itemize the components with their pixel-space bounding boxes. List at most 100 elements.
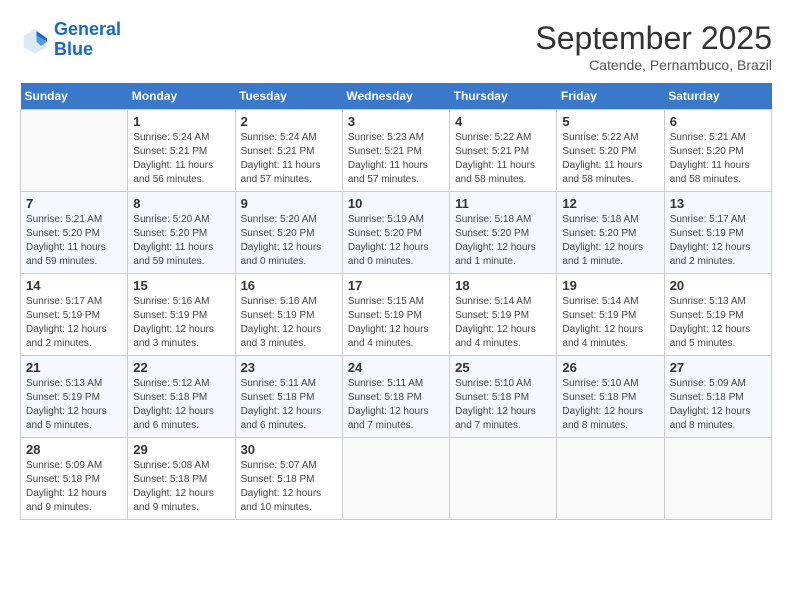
calendar-cell: 9 Sunrise: 5:20 AM Sunset: 5:20 PM Daylig… — [235, 192, 342, 274]
day-info: Sunrise: 5:24 AM Sunset: 5:21 PM Dayligh… — [241, 131, 337, 187]
logo-line1: General — [54, 19, 121, 39]
logo: General Blue — [20, 20, 121, 60]
day-info: Sunrise: 5:21 AM Sunset: 5:20 PM Dayligh… — [26, 213, 122, 269]
week-row-4: 21 Sunrise: 5:13 AM Sunset: 5:19 PM Dayli… — [21, 356, 772, 438]
day-info: Sunrise: 5:11 AM Sunset: 5:18 PM Dayligh… — [241, 377, 337, 433]
day-info: Sunrise: 5:20 AM Sunset: 5:20 PM Dayligh… — [241, 213, 337, 269]
day-number: 29 — [133, 442, 229, 457]
header-row: SundayMondayTuesdayWednesdayThursdayFrid… — [21, 83, 772, 110]
header-sunday: Sunday — [21, 83, 128, 110]
day-info: Sunrise: 5:11 AM Sunset: 5:18 PM Dayligh… — [348, 377, 444, 433]
day-number: 7 — [26, 196, 122, 211]
calendar-cell: 20 Sunrise: 5:13 AM Sunset: 5:19 PM Dayli… — [664, 274, 771, 356]
day-number: 13 — [670, 196, 766, 211]
calendar-cell: 8 Sunrise: 5:20 AM Sunset: 5:20 PM Daylig… — [128, 192, 235, 274]
header-friday: Friday — [557, 83, 664, 110]
calendar-cell: 13Sunrise: 5:17 AM Sunset: 5:19 PM Dayli… — [664, 192, 771, 274]
day-number: 27 — [670, 360, 766, 375]
calendar-cell — [557, 438, 664, 520]
day-number: 1 — [133, 114, 229, 129]
day-info: Sunrise: 5:19 AM Sunset: 5:20 PM Dayligh… — [348, 213, 444, 269]
calendar-cell: 21 Sunrise: 5:13 AM Sunset: 5:19 PM Dayli… — [21, 356, 128, 438]
calendar-cell: 24 Sunrise: 5:11 AM Sunset: 5:18 PM Dayli… — [342, 356, 449, 438]
day-info: Sunrise: 5:08 AM Sunset: 5:18 PM Dayligh… — [133, 459, 229, 515]
header-thursday: Thursday — [450, 83, 557, 110]
calendar-cell: 6Sunrise: 5:21 AM Sunset: 5:20 PM Daylig… — [664, 110, 771, 192]
day-info: Sunrise: 5:07 AM Sunset: 5:18 PM Dayligh… — [241, 459, 337, 515]
day-number: 26 — [562, 360, 658, 375]
day-info: Sunrise: 5:13 AM Sunset: 5:19 PM Dayligh… — [670, 295, 766, 351]
calendar-cell: 28 Sunrise: 5:09 AM Sunset: 5:18 PM Dayli… — [21, 438, 128, 520]
logo-icon — [20, 25, 50, 55]
calendar-cell: 17 Sunrise: 5:15 AM Sunset: 5:19 PM Dayli… — [342, 274, 449, 356]
day-info: Sunrise: 5:23 AM Sunset: 5:21 PM Dayligh… — [348, 131, 444, 187]
day-info: Sunrise: 5:14 AM Sunset: 5:19 PM Dayligh… — [562, 295, 658, 351]
header-saturday: Saturday — [664, 83, 771, 110]
header-wednesday: Wednesday — [342, 83, 449, 110]
day-info: Sunrise: 5:15 AM Sunset: 5:19 PM Dayligh… — [348, 295, 444, 351]
calendar-cell: 18 Sunrise: 5:14 AM Sunset: 5:19 PM Dayli… — [450, 274, 557, 356]
month-title: September 2025 — [535, 20, 772, 57]
calendar-cell: 19 Sunrise: 5:14 AM Sunset: 5:19 PM Dayli… — [557, 274, 664, 356]
logo-text: General Blue — [54, 20, 121, 60]
day-info: Sunrise: 5:20 AM Sunset: 5:20 PM Dayligh… — [133, 213, 229, 269]
calendar-cell — [450, 438, 557, 520]
day-number: 23 — [241, 360, 337, 375]
day-number: 28 — [26, 442, 122, 457]
calendar-cell — [21, 110, 128, 192]
day-number: 8 — [133, 196, 229, 211]
day-info: Sunrise: 5:14 AM Sunset: 5:19 PM Dayligh… — [455, 295, 551, 351]
day-info: Sunrise: 5:10 AM Sunset: 5:18 PM Dayligh… — [455, 377, 551, 433]
day-number: 25 — [455, 360, 551, 375]
day-number: 21 — [26, 360, 122, 375]
week-row-1: 1 Sunrise: 5:24 AM Sunset: 5:21 PM Daylig… — [21, 110, 772, 192]
day-number: 15 — [133, 278, 229, 293]
day-info: Sunrise: 5:24 AM Sunset: 5:21 PM Dayligh… — [133, 131, 229, 187]
calendar-cell: 27 Sunrise: 5:09 AM Sunset: 5:18 PM Dayli… — [664, 356, 771, 438]
calendar-cell: 2 Sunrise: 5:24 AM Sunset: 5:21 PM Daylig… — [235, 110, 342, 192]
calendar-cell: 30 Sunrise: 5:07 AM Sunset: 5:18 PM Dayli… — [235, 438, 342, 520]
day-info: Sunrise: 5:18 AM Sunset: 5:20 PM Dayligh… — [455, 213, 551, 269]
header-tuesday: Tuesday — [235, 83, 342, 110]
logo-line2: Blue — [54, 39, 93, 59]
calendar-cell: 5Sunrise: 5:22 AM Sunset: 5:20 PM Daylig… — [557, 110, 664, 192]
calendar-cell: 11 Sunrise: 5:18 AM Sunset: 5:20 PM Dayli… — [450, 192, 557, 274]
day-info: Sunrise: 5:12 AM Sunset: 5:18 PM Dayligh… — [133, 377, 229, 433]
day-number: 12 — [562, 196, 658, 211]
day-number: 6 — [670, 114, 766, 129]
day-info: Sunrise: 5:13 AM Sunset: 5:19 PM Dayligh… — [26, 377, 122, 433]
calendar-cell: 12 Sunrise: 5:18 AM Sunset: 5:20 PM Dayli… — [557, 192, 664, 274]
calendar-cell: 16 Sunrise: 5:16 AM Sunset: 5:19 PM Dayli… — [235, 274, 342, 356]
location-subtitle: Catende, Pernambuco, Brazil — [535, 57, 772, 73]
title-block: September 2025 Catende, Pernambuco, Braz… — [535, 20, 772, 73]
calendar-cell: 1 Sunrise: 5:24 AM Sunset: 5:21 PM Daylig… — [128, 110, 235, 192]
day-number: 5 — [562, 114, 658, 129]
day-number: 17 — [348, 278, 444, 293]
day-number: 2 — [241, 114, 337, 129]
day-info: Sunrise: 5:18 AM Sunset: 5:20 PM Dayligh… — [562, 213, 658, 269]
day-info: Sunrise: 5:16 AM Sunset: 5:19 PM Dayligh… — [241, 295, 337, 351]
week-row-5: 28 Sunrise: 5:09 AM Sunset: 5:18 PM Dayli… — [21, 438, 772, 520]
day-number: 20 — [670, 278, 766, 293]
day-number: 19 — [562, 278, 658, 293]
day-number: 24 — [348, 360, 444, 375]
calendar-cell: 10Sunrise: 5:19 AM Sunset: 5:20 PM Dayli… — [342, 192, 449, 274]
day-number: 11 — [455, 196, 551, 211]
day-number: 18 — [455, 278, 551, 293]
day-number: 14 — [26, 278, 122, 293]
calendar-cell: 26Sunrise: 5:10 AM Sunset: 5:18 PM Dayli… — [557, 356, 664, 438]
calendar-table: SundayMondayTuesdayWednesdayThursdayFrid… — [20, 83, 772, 520]
day-info: Sunrise: 5:16 AM Sunset: 5:19 PM Dayligh… — [133, 295, 229, 351]
day-info: Sunrise: 5:09 AM Sunset: 5:18 PM Dayligh… — [26, 459, 122, 515]
day-number: 16 — [241, 278, 337, 293]
day-info: Sunrise: 5:17 AM Sunset: 5:19 PM Dayligh… — [26, 295, 122, 351]
calendar-cell: 25 Sunrise: 5:10 AM Sunset: 5:18 PM Dayli… — [450, 356, 557, 438]
week-row-3: 14 Sunrise: 5:17 AM Sunset: 5:19 PM Dayli… — [21, 274, 772, 356]
calendar-cell: 22 Sunrise: 5:12 AM Sunset: 5:18 PM Dayli… — [128, 356, 235, 438]
calendar-cell: 3Sunrise: 5:23 AM Sunset: 5:21 PM Daylig… — [342, 110, 449, 192]
day-number: 30 — [241, 442, 337, 457]
day-info: Sunrise: 5:22 AM Sunset: 5:21 PM Dayligh… — [455, 131, 551, 187]
day-info: Sunrise: 5:09 AM Sunset: 5:18 PM Dayligh… — [670, 377, 766, 433]
day-number: 9 — [241, 196, 337, 211]
day-number: 22 — [133, 360, 229, 375]
